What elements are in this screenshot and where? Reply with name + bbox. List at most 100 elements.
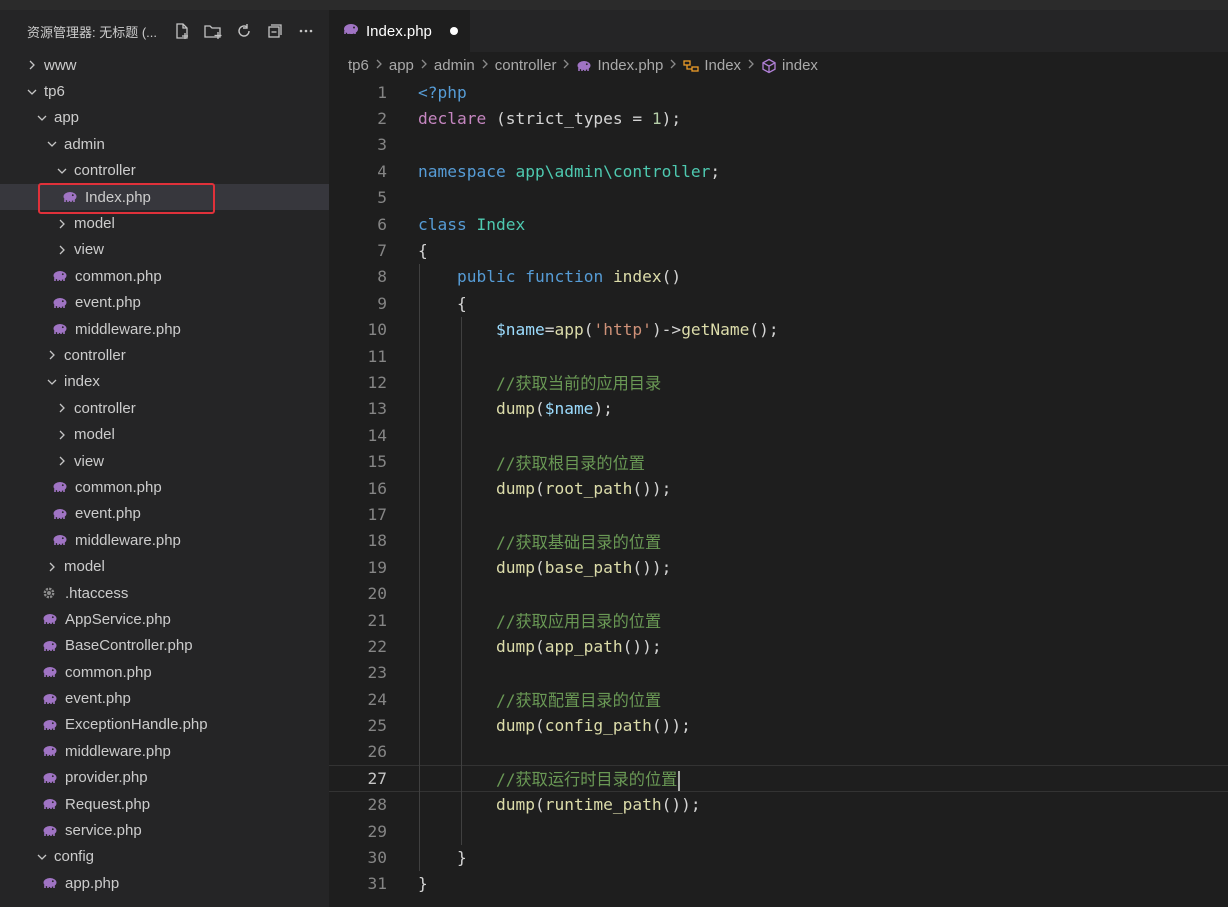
tree-item-label: Request.php xyxy=(65,795,151,813)
code-line[interactable]: 30 } xyxy=(329,844,1228,870)
code-token: dump xyxy=(495,557,535,577)
tree-folder[interactable]: controller xyxy=(0,342,329,368)
breadcrumb-item[interactable]: Index.php xyxy=(576,57,663,74)
tree-file[interactable]: provider.php xyxy=(0,765,329,791)
tree-item-label: model xyxy=(64,558,105,576)
tree-file[interactable]: Index.php xyxy=(0,183,329,211)
unsaved-dot-icon[interactable] xyxy=(450,27,458,35)
tree-file[interactable]: AppService.php xyxy=(0,606,329,632)
tree-file[interactable]: app.php xyxy=(0,870,329,896)
tree-file[interactable]: .htaccess xyxy=(0,580,329,606)
code-line[interactable]: 1 <?php xyxy=(329,79,1228,105)
line-number: 28 xyxy=(367,795,388,815)
refresh-icon[interactable] xyxy=(228,20,259,42)
code-line[interactable]: 22 dump(app_path()); xyxy=(329,633,1228,659)
breadcrumb-item[interactable]: index xyxy=(761,57,818,74)
code-line[interactable]: 21 //获取应用目录的位置 xyxy=(329,607,1228,633)
method-icon xyxy=(761,58,777,74)
code-line[interactable]: 8 public function index() xyxy=(329,264,1228,290)
more-icon[interactable] xyxy=(290,20,321,42)
tree-file[interactable]: common.php xyxy=(0,659,329,685)
breadcrumb-item[interactable]: app xyxy=(389,57,414,74)
tree-folder[interactable]: tp6 xyxy=(0,78,329,104)
gear-icon xyxy=(42,586,60,600)
tree-folder[interactable]: model xyxy=(0,553,329,579)
code-line[interactable]: 31} xyxy=(329,871,1228,897)
code-line[interactable]: 16 dump(root_path()); xyxy=(329,475,1228,501)
tree-file[interactable]: ExceptionHandle.php xyxy=(0,712,329,738)
code-line[interactable]: 24 //获取配置目录的位置 xyxy=(329,686,1228,712)
code-line[interactable]: 6 class Index xyxy=(329,211,1228,237)
tree-file[interactable]: Request.php xyxy=(0,791,329,817)
php-icon xyxy=(42,772,60,784)
tree-folder[interactable]: view xyxy=(0,448,329,474)
tab-bar: Index.php xyxy=(329,10,1228,52)
tree-file[interactable]: event.php xyxy=(0,290,329,316)
code-token: root_path xyxy=(544,478,633,498)
tree-file[interactable]: event.php xyxy=(0,501,329,527)
tree-folder[interactable]: config xyxy=(0,844,329,870)
code-line[interactable]: 14 xyxy=(329,422,1228,448)
tree-file[interactable]: common.php xyxy=(0,474,329,500)
code-line[interactable]: 17 xyxy=(329,501,1228,527)
line-source: } xyxy=(418,874,428,893)
code-line[interactable]: 3 xyxy=(329,132,1228,158)
code-line[interactable]: 2 declare (strict_types = 1); xyxy=(329,105,1228,131)
code-line[interactable]: 9 { xyxy=(329,290,1228,316)
indent-guide xyxy=(419,263,420,871)
tree-file[interactable]: common.php xyxy=(0,263,329,289)
code-line[interactable]: 12 //获取当前的应用目录 xyxy=(329,369,1228,395)
breadcrumb-item[interactable]: admin xyxy=(434,57,475,74)
tree-file[interactable]: service.php xyxy=(0,817,329,843)
tree-file[interactable]: event.php xyxy=(0,685,329,711)
code-line[interactable]: 19 dump(base_path()); xyxy=(329,554,1228,580)
line-number: 19 xyxy=(367,557,388,577)
breadcrumb-item[interactable]: tp6 xyxy=(348,57,369,74)
tree-file[interactable]: middleware.php xyxy=(0,316,329,342)
code-line[interactable]: 18 //获取基础目录的位置 xyxy=(329,528,1228,554)
code-line[interactable]: 28 dump(runtime_path()); xyxy=(329,792,1228,818)
code-line[interactable]: 26 xyxy=(329,739,1228,765)
new-file-icon[interactable] xyxy=(166,20,197,42)
new-folder-icon[interactable] xyxy=(197,20,228,42)
code-line[interactable]: 10 $name=app('http')->getName(); xyxy=(329,317,1228,343)
code-line[interactable]: 13 dump($name); xyxy=(329,396,1228,422)
tree-folder[interactable]: model xyxy=(0,210,329,236)
tab-index-php[interactable]: Index.php xyxy=(329,10,470,52)
breadcrumb-item[interactable]: Index xyxy=(683,57,741,74)
tree-file[interactable]: middleware.php xyxy=(0,527,329,553)
php-icon xyxy=(42,825,60,837)
php-icon xyxy=(52,534,70,546)
code-line[interactable]: 7{ xyxy=(329,237,1228,263)
tree-file[interactable]: middleware.php xyxy=(0,738,329,764)
tree-folder[interactable]: model xyxy=(0,421,329,447)
tree-folder[interactable]: app xyxy=(0,105,329,131)
code-view[interactable]: 1 <?php 2 declare (strict_types = 1); 3 4 name… xyxy=(329,79,1228,897)
chevron-right-icon xyxy=(56,402,68,414)
code-line[interactable]: 5 xyxy=(329,185,1228,211)
line-source: <?php xyxy=(418,83,467,102)
tree-folder[interactable]: www xyxy=(0,52,329,78)
code-line[interactable]: 4 namespace app\admin\controller; xyxy=(329,158,1228,184)
code-token: $name xyxy=(544,399,594,419)
tree-folder[interactable]: controller xyxy=(0,395,329,421)
tree-folder[interactable]: admin xyxy=(0,131,329,157)
code-token: dump xyxy=(495,399,535,419)
tree-folder[interactable]: index xyxy=(0,369,329,395)
code-line[interactable]: 23 xyxy=(329,660,1228,686)
code-line[interactable]: 15 //获取根目录的位置 xyxy=(329,448,1228,474)
code-line[interactable]: 20 xyxy=(329,580,1228,606)
tree-file[interactable]: BaseController.php xyxy=(0,633,329,659)
code-token: ()); xyxy=(632,557,672,577)
explorer-sidebar: 资源管理器: 无标题 (... www tp6 app admin controller… xyxy=(0,10,329,907)
code-line[interactable]: 25 dump(config_path()); xyxy=(329,712,1228,738)
code-line[interactable]: 11 xyxy=(329,343,1228,369)
tree-folder[interactable]: view xyxy=(0,237,329,263)
code-line[interactable]: 29 xyxy=(329,818,1228,844)
collapse-all-icon[interactable] xyxy=(259,20,290,42)
breadcrumb-item[interactable]: controller xyxy=(495,57,557,74)
code-line[interactable]: 27 //获取运行时目录的位置 xyxy=(329,765,1228,792)
tree-folder[interactable]: controller xyxy=(0,158,329,184)
